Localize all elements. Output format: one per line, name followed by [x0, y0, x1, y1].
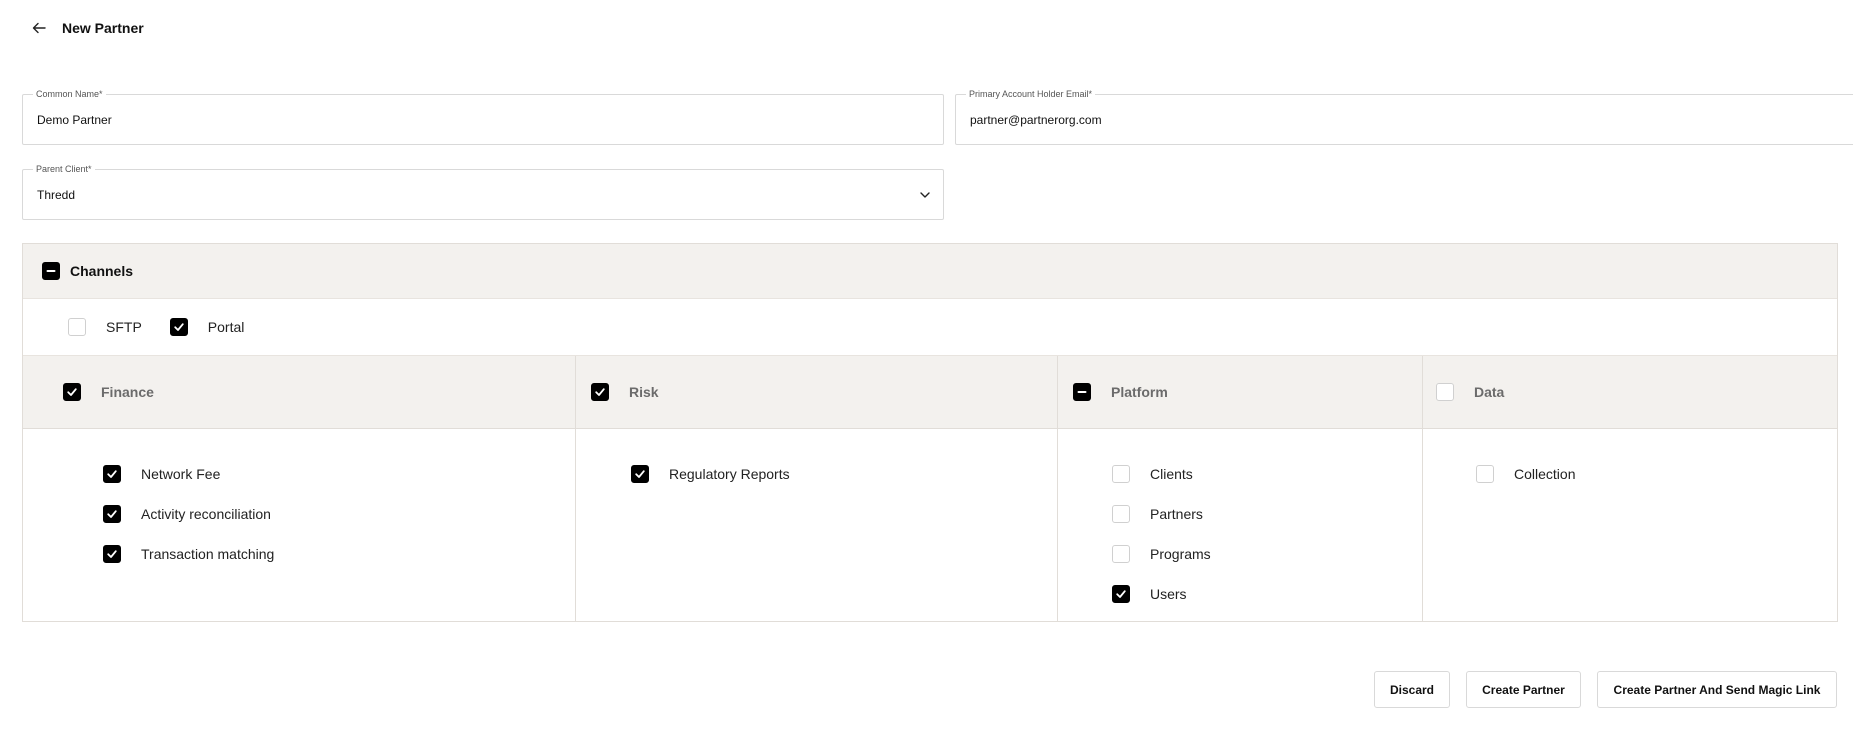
- item-label: Clients: [1150, 466, 1193, 482]
- group-platform: Platform Clients Partners Programs Users: [1058, 356, 1423, 621]
- check-icon: [174, 323, 184, 331]
- users-checkbox[interactable]: [1112, 585, 1130, 603]
- parent-client-select[interactable]: Parent Client* Thredd: [22, 162, 944, 220]
- check-icon: [67, 388, 77, 396]
- group-risk: Risk Regulatory Reports: [576, 356, 1058, 621]
- sftp-checkbox[interactable]: [68, 318, 86, 336]
- minus-icon: [1077, 391, 1087, 393]
- risk-checkbox[interactable]: [591, 383, 609, 401]
- activity-reconciliation-checkbox[interactable]: [103, 505, 121, 523]
- group-header-risk: Risk: [576, 356, 1057, 429]
- back-button[interactable]: [28, 17, 50, 39]
- data-checkbox[interactable]: [1436, 383, 1454, 401]
- list-item[interactable]: Partners: [1112, 494, 1422, 534]
- channels-title: Channels: [70, 263, 134, 279]
- arrow-left-icon: [32, 22, 46, 34]
- email-label: Primary Account Holder Email*: [966, 87, 1096, 101]
- list-item[interactable]: Users: [1112, 574, 1422, 614]
- check-icon: [107, 550, 117, 558]
- check-icon: [595, 388, 605, 396]
- item-label: Transaction matching: [141, 546, 275, 562]
- channels-header: Channels: [23, 244, 1837, 299]
- group-title-finance: Finance: [101, 384, 154, 400]
- list-item[interactable]: Regulatory Reports: [631, 454, 1057, 494]
- discard-button[interactable]: Discard: [1374, 671, 1450, 708]
- transaction-matching-checkbox[interactable]: [103, 545, 121, 563]
- check-icon: [1116, 590, 1126, 598]
- group-header-platform: Platform: [1058, 356, 1422, 429]
- list-item[interactable]: Activity reconciliation: [103, 494, 575, 534]
- group-items-finance: Network Fee Activity reconciliation Tran…: [23, 429, 575, 574]
- regulatory-reports-checkbox[interactable]: [631, 465, 649, 483]
- check-icon: [107, 510, 117, 518]
- item-label: Users: [1150, 586, 1187, 602]
- check-icon: [635, 470, 645, 478]
- channels-panel: Channels SFTP Portal Finance Network Fee…: [22, 243, 1838, 622]
- group-title-platform: Platform: [1111, 384, 1168, 400]
- partners-checkbox[interactable]: [1112, 505, 1130, 523]
- list-item[interactable]: Collection: [1476, 454, 1837, 494]
- item-label: Activity reconciliation: [141, 506, 271, 522]
- programs-checkbox[interactable]: [1112, 545, 1130, 563]
- channel-option-sftp[interactable]: SFTP: [68, 318, 142, 336]
- portal-checkbox[interactable]: [169, 318, 188, 336]
- group-title-risk: Risk: [629, 384, 659, 400]
- channels-checkbox[interactable]: [42, 262, 60, 280]
- minus-icon: [46, 270, 56, 272]
- channel-option-portal[interactable]: Portal: [169, 318, 245, 336]
- clients-checkbox[interactable]: [1112, 465, 1130, 483]
- parent-client-value: Thredd: [37, 187, 76, 202]
- check-icon: [107, 470, 117, 478]
- item-label: Partners: [1150, 506, 1203, 522]
- group-header-finance: Finance: [23, 356, 575, 429]
- page-header: New Partner: [28, 16, 144, 40]
- group-items-platform: Clients Partners Programs Users: [1058, 429, 1422, 614]
- item-label: Regulatory Reports: [669, 466, 790, 482]
- channel-options: SFTP Portal: [23, 299, 1837, 356]
- email-input[interactable]: partner@partnerorg.com: [970, 113, 1102, 127]
- list-item[interactable]: Clients: [1112, 454, 1422, 494]
- common-name-label: Common Name*: [33, 87, 106, 101]
- parent-client-label: Parent Client*: [33, 162, 95, 176]
- group-data: Data Collection: [1423, 356, 1837, 621]
- item-label: Collection: [1514, 466, 1576, 482]
- group-finance: Finance Network Fee Activity reconciliat…: [23, 356, 576, 621]
- list-item[interactable]: Transaction matching: [103, 534, 575, 574]
- group-items-data: Collection: [1423, 429, 1837, 494]
- create-partner-send-link-button[interactable]: Create Partner And Send Magic Link: [1597, 671, 1837, 708]
- group-items-risk: Regulatory Reports: [576, 429, 1057, 494]
- collection-checkbox[interactable]: [1476, 465, 1494, 483]
- sftp-label: SFTP: [106, 319, 142, 335]
- platform-checkbox[interactable]: [1073, 383, 1091, 401]
- common-name-field[interactable]: Common Name* Demo Partner: [22, 87, 944, 145]
- group-header-data: Data: [1423, 356, 1837, 429]
- item-label: Programs: [1150, 546, 1211, 562]
- page-title: New Partner: [62, 20, 144, 36]
- common-name-input[interactable]: Demo Partner: [37, 113, 112, 127]
- permission-groups: Finance Network Fee Activity reconciliat…: [23, 356, 1837, 621]
- email-field[interactable]: Primary Account Holder Email* partner@pa…: [955, 87, 1853, 145]
- list-item[interactable]: Network Fee: [103, 454, 575, 494]
- create-partner-button[interactable]: Create Partner: [1466, 671, 1581, 708]
- list-item[interactable]: Programs: [1112, 534, 1422, 574]
- finance-checkbox[interactable]: [63, 383, 81, 401]
- portal-label: Portal: [207, 319, 245, 335]
- network-fee-checkbox[interactable]: [103, 465, 121, 483]
- item-label: Network Fee: [141, 466, 221, 482]
- chevron-down-icon[interactable]: [919, 189, 931, 201]
- group-title-data: Data: [1474, 384, 1505, 400]
